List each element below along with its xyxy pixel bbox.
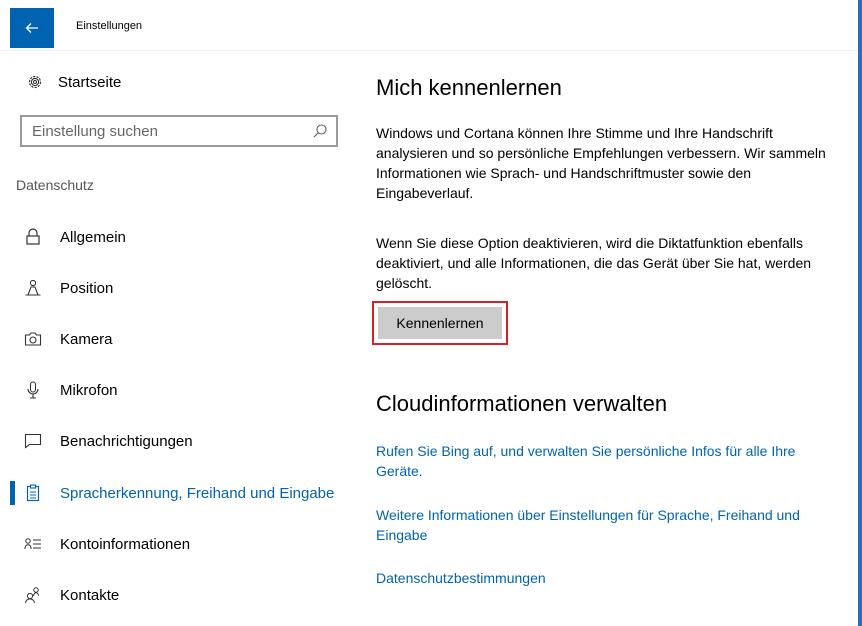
back-arrow-icon bbox=[25, 23, 38, 33]
camera-icon bbox=[24, 330, 42, 348]
sidebar: Startseite Datenschutz Allgemein Positio… bbox=[10, 51, 345, 626]
sidebar-item-label: Kontoinformationen bbox=[60, 535, 191, 553]
contacts-icon bbox=[24, 586, 42, 604]
microphone-icon bbox=[24, 381, 42, 399]
sidebar-item-allgemein[interactable]: Allgemein bbox=[10, 217, 345, 257]
search-icon[interactable] bbox=[312, 123, 328, 139]
search-box[interactable] bbox=[20, 115, 338, 147]
bing-manage-link[interactable]: Rufen Sie Bing auf, und verwalten Sie pe… bbox=[376, 441, 846, 481]
privacy-statement-link[interactable]: Datenschutzbestimmungen bbox=[376, 568, 846, 588]
notification-icon bbox=[24, 432, 42, 450]
sidebar-item-kamera[interactable]: Kamera bbox=[10, 319, 345, 359]
sidebar-item-kontoinformationen[interactable]: Kontoinformationen bbox=[10, 524, 345, 564]
window-title: Einstellungen bbox=[76, 20, 143, 32]
description-paragraph: Windows und Cortana können Ihre Stimme u… bbox=[376, 125, 826, 201]
sidebar-item-benachrichtigungen[interactable]: Benachrichtigungen bbox=[10, 421, 345, 461]
clipboard-icon bbox=[24, 484, 42, 502]
sidebar-home[interactable]: Startseite bbox=[26, 73, 121, 91]
highlight-box: Kennenlernen bbox=[372, 301, 508, 345]
heading-cloudinformationen: Cloudinformationen verwalten bbox=[376, 391, 668, 416]
gear-icon bbox=[26, 73, 44, 91]
kennenlernen-button[interactable]: Kennenlernen bbox=[378, 307, 502, 339]
home-label: Startseite bbox=[58, 73, 122, 91]
heading-mich-kennenlernen: Mich kennenlernen bbox=[376, 75, 562, 100]
search-input[interactable] bbox=[22, 117, 292, 145]
sidebar-item-label: Allgemein bbox=[60, 228, 126, 246]
sidebar-item-label: Kamera bbox=[60, 330, 113, 348]
back-button[interactable] bbox=[10, 8, 54, 48]
person-location-icon bbox=[24, 279, 42, 297]
sidebar-item-label: Benachrichtigungen bbox=[60, 432, 193, 450]
sidebar-item-label: Spracherkennung, Freihand und Eingabe bbox=[60, 484, 335, 502]
window-border bbox=[858, 0, 862, 626]
warning-paragraph: Wenn Sie diese Option deaktivieren, wird… bbox=[376, 235, 812, 291]
sidebar-item-mikrofon[interactable]: Mikrofon bbox=[10, 370, 345, 410]
sidebar-item-kontakte[interactable]: Kontakte bbox=[10, 575, 345, 615]
sidebar-item-label: Mikrofon bbox=[60, 381, 118, 399]
account-info-icon bbox=[24, 535, 42, 553]
sidebar-item-spracherkennung[interactable]: Spracherkennung, Freihand und Eingabe bbox=[10, 473, 345, 513]
title-bar: Einstellungen bbox=[0, 0, 862, 51]
sidebar-item-label: Kontakte bbox=[60, 586, 120, 604]
active-indicator bbox=[10, 481, 15, 505]
sidebar-item-position[interactable]: Position bbox=[10, 268, 345, 308]
more-info-link[interactable]: Weitere Informationen über Einstellungen… bbox=[376, 505, 846, 545]
section-title: Datenschutz bbox=[16, 177, 94, 193]
sidebar-item-label: Position bbox=[60, 279, 114, 297]
lock-icon bbox=[24, 228, 42, 246]
